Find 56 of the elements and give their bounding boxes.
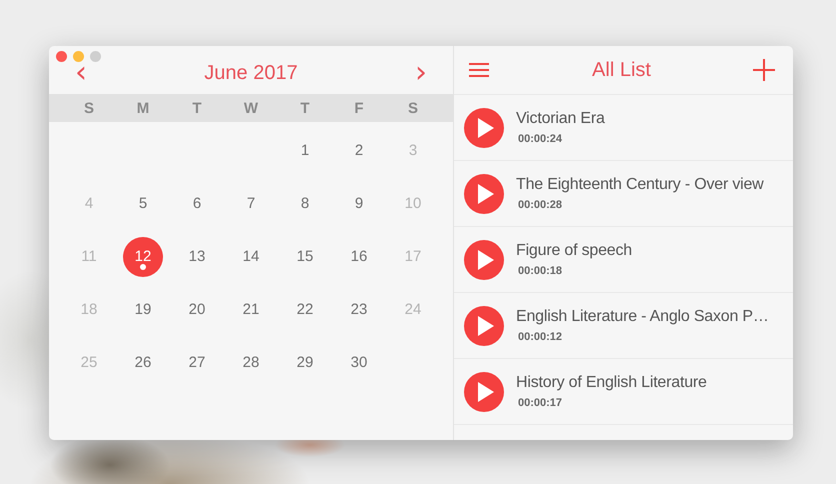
- recording-duration: 00:00:24: [518, 133, 564, 145]
- calendar-day[interactable]: 7: [231, 184, 271, 224]
- play-icon[interactable]: [464, 372, 504, 412]
- month-title: June 2017: [204, 62, 298, 84]
- calendar-day[interactable]: 22: [285, 290, 325, 330]
- recording-title: English Literature - Anglo Saxon P…: [516, 308, 769, 326]
- calendar-day[interactable]: 27: [177, 342, 217, 382]
- weekday-label: S: [406, 100, 419, 116]
- selected-day[interactable]: 12: [123, 236, 163, 276]
- recording-row[interactable]: English Literature - Anglo Saxon P… 00:00:12: [454, 293, 793, 359]
- calendar-day[interactable]: 26: [123, 342, 163, 382]
- calendar-day[interactable]: 20: [177, 290, 217, 330]
- calendar-day[interactable]: 13: [177, 236, 217, 276]
- calendar-day[interactable]: 28: [231, 342, 271, 382]
- add-icon[interactable]: [753, 59, 775, 81]
- calendar-day[interactable]: 30: [339, 342, 379, 382]
- calendar-day[interactable]: 16: [339, 236, 379, 276]
- weekday-label: W: [242, 100, 260, 116]
- calendar-day[interactable]: 14: [231, 236, 271, 276]
- recording-duration: 00:00:18: [518, 265, 564, 277]
- recording-duration: 00:00:28: [518, 199, 564, 211]
- calendar-day[interactable]: 21: [231, 290, 271, 330]
- play-icon[interactable]: [464, 174, 504, 214]
- calendar-day[interactable]: 1: [285, 130, 325, 170]
- recording-row[interactable]: Victorian Era 00:00:24: [454, 95, 793, 161]
- calendar-day[interactable]: 5: [123, 184, 163, 224]
- list-title: All List: [592, 58, 651, 82]
- next-month-button[interactable]: ›: [410, 58, 431, 88]
- weekday-label: M: [136, 100, 150, 116]
- calendar-day[interactable]: 23: [339, 290, 379, 330]
- weekday-label: T: [299, 100, 311, 116]
- calendar-day[interactable]: 2: [339, 130, 379, 170]
- weekday-label: F: [353, 100, 365, 116]
- recording-duration: 00:00:17: [518, 397, 564, 409]
- calendar-day[interactable]: 8: [285, 184, 325, 224]
- calendar-day[interactable]: 19: [123, 290, 163, 330]
- calendar-day[interactable]: 15: [285, 236, 325, 276]
- close-button[interactable]: [56, 51, 67, 62]
- weekday-label: T: [191, 100, 203, 116]
- menu-icon[interactable]: [468, 62, 490, 78]
- play-icon[interactable]: [464, 108, 504, 148]
- calendar-day[interactable]: 6: [177, 184, 217, 224]
- recording-row[interactable]: Figure of speech 00:00:18: [454, 227, 793, 293]
- play-icon[interactable]: [464, 306, 504, 346]
- play-icon[interactable]: [464, 240, 504, 280]
- calendar-day[interactable]: 9: [339, 184, 379, 224]
- recording-row[interactable]: The Eighteenth Century - Over view 00:00:28: [454, 161, 793, 227]
- calendar-day[interactable]: 29: [285, 342, 325, 382]
- recording-duration: 00:00:12: [518, 331, 564, 343]
- recording-title: Figure of speech: [516, 242, 632, 260]
- recording-row[interactable]: History of English Literature 00:00:17: [454, 359, 793, 425]
- recording-title: The Eighteenth Century - Over view: [516, 176, 764, 194]
- weekday-label: S: [82, 100, 95, 116]
- previous-month-button[interactable]: ‹: [71, 58, 91, 88]
- recording-title: History of English Literature: [516, 374, 707, 392]
- recording-title: Victorian Era: [516, 110, 605, 128]
